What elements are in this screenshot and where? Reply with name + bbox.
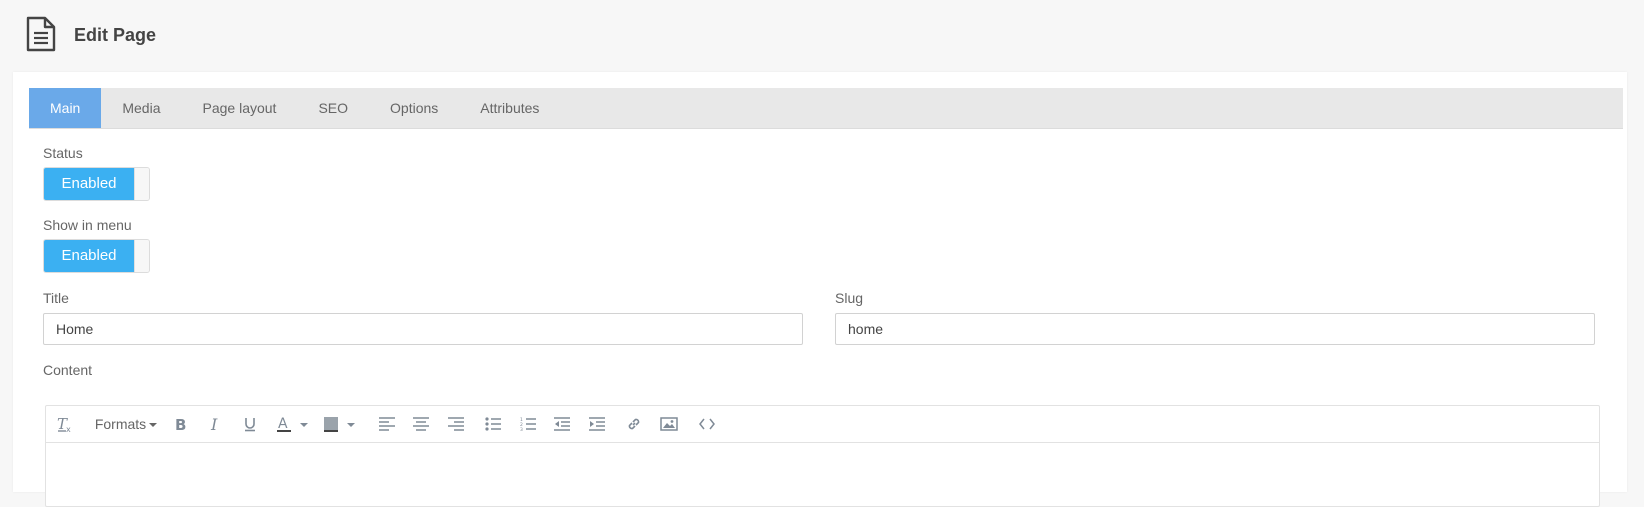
- title-label: Title: [43, 290, 69, 306]
- link-icon[interactable]: [623, 406, 645, 442]
- page-header: Edit Page: [0, 0, 1644, 72]
- tab-bar: Main Media Page layout SEO Options Attri…: [29, 88, 1623, 129]
- align-right-icon[interactable]: [445, 406, 467, 442]
- svg-text:A: A: [278, 416, 288, 432]
- underline-icon[interactable]: [239, 406, 261, 442]
- page-title: Edit Page: [74, 25, 157, 45]
- edit-page-card: Main Media Page layout SEO Options Attri…: [13, 72, 1627, 507]
- bullet-list-icon[interactable]: [482, 406, 504, 442]
- show-in-menu-toggle-label: Enabled: [44, 240, 134, 272]
- show-in-menu-toggle-knob: [134, 240, 149, 272]
- chevron-down-icon: [149, 423, 158, 428]
- svg-text:3: 3: [520, 427, 523, 431]
- source-code-icon[interactable]: [696, 406, 718, 442]
- align-left-icon[interactable]: [376, 406, 398, 442]
- slug-label: Slug: [835, 290, 864, 306]
- content-label: Content: [43, 362, 93, 378]
- status-toggle-knob: [134, 168, 149, 200]
- outdent-icon[interactable]: [551, 406, 573, 442]
- align-center-icon[interactable]: [410, 406, 432, 442]
- indent-icon[interactable]: [586, 406, 608, 442]
- show-in-menu-label: Show in menu: [43, 217, 132, 233]
- tab-options[interactable]: Options: [369, 88, 459, 128]
- show-in-menu-toggle[interactable]: Enabled: [43, 239, 150, 273]
- editor-toolbar: Tx Formats B I A 1 2 3: [46, 406, 1599, 443]
- clear-formatting-icon[interactable]: Tx: [54, 406, 76, 442]
- document-icon: [25, 16, 57, 57]
- status-label: Status: [43, 145, 83, 161]
- background-color-icon[interactable]: [321, 406, 359, 442]
- title-input[interactable]: [43, 313, 803, 345]
- status-toggle-label: Enabled: [44, 168, 134, 200]
- slug-input[interactable]: [835, 313, 1595, 345]
- tab-attributes[interactable]: Attributes: [459, 88, 560, 128]
- svg-text:I: I: [210, 416, 218, 432]
- image-icon[interactable]: [658, 406, 680, 442]
- svg-text:x: x: [66, 425, 71, 433]
- text-color-icon[interactable]: A: [274, 406, 312, 442]
- tab-main[interactable]: Main: [29, 88, 102, 128]
- tab-page-layout[interactable]: Page layout: [182, 88, 298, 128]
- svg-text:B: B: [175, 416, 186, 432]
- tab-seo[interactable]: SEO: [297, 88, 369, 128]
- status-toggle[interactable]: Enabled: [43, 167, 150, 201]
- numbered-list-icon[interactable]: 123: [517, 406, 539, 442]
- formats-dropdown[interactable]: Formats: [94, 406, 158, 442]
- formats-label: Formats: [94, 416, 147, 432]
- italic-icon[interactable]: I: [205, 406, 227, 442]
- bold-icon[interactable]: B: [170, 406, 192, 442]
- content-editor[interactable]: Tx Formats B I A 1 2 3: [45, 405, 1600, 507]
- tab-media[interactable]: Media: [101, 88, 181, 128]
